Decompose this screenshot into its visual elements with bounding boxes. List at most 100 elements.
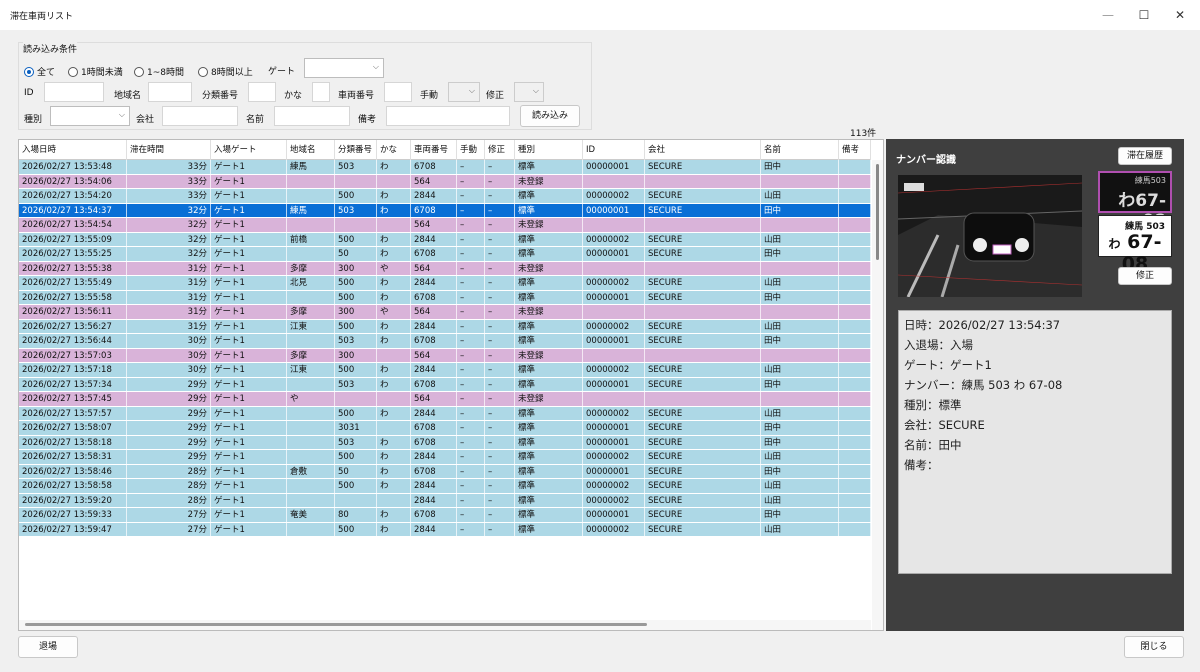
- table-row[interactable]: 2026/02/27 13:53:48 33分 ゲート1 練馬 503 わ 6708– – 標準…: [19, 160, 871, 175]
- kana-field[interactable]: [312, 82, 330, 102]
- class-number-field[interactable]: [248, 82, 276, 102]
- type-label: 種別: [24, 115, 43, 125]
- table-row[interactable]: 2026/02/27 13:55:09 32分 ゲート1 前橋 500 わ 2844– – 標準…: [19, 232, 871, 247]
- table-row[interactable]: 2026/02/27 13:57:57 29分 ゲート1 500 わ 2844– – 標準 00…: [19, 406, 871, 421]
- cell-name: [761, 348, 839, 363]
- table-row[interactable]: 2026/02/27 13:55:49 31分 ゲート1 北見 500 わ 2844– – 標準…: [19, 276, 871, 291]
- cell-kana: わ: [377, 363, 411, 377]
- table-row[interactable]: 2026/02/27 13:57:45 29分 ゲート1 や 564– – 未登録: [19, 392, 871, 407]
- column-header-note[interactable]: 備考: [839, 140, 871, 160]
- note-field[interactable]: [386, 106, 510, 126]
- table-row[interactable]: 2026/02/27 13:56:44 30分 ゲート1 503 わ 6708– – 標準 00…: [19, 334, 871, 349]
- table-row[interactable]: 2026/02/27 13:54:54 32分 ゲート1 564– – 未登録: [19, 218, 871, 233]
- table-row[interactable]: 2026/02/27 13:56:27 31分 ゲート1 江東 500 わ 2844– – 標準…: [19, 319, 871, 334]
- stay-history-button[interactable]: 滞在履歴: [1118, 147, 1172, 165]
- vertical-scrollbar[interactable]: [872, 160, 883, 630]
- table-row[interactable]: 2026/02/27 13:59:47 27分 ゲート1 500 わ 2844– – 標準 00…: [19, 522, 871, 537]
- fix-plate-button[interactable]: 修正: [1118, 267, 1172, 285]
- radio-1-8h[interactable]: 1~8時間: [134, 65, 184, 78]
- table-row[interactable]: 2026/02/27 13:58:31 29分 ゲート1 500 わ 2844– – 標準 00…: [19, 450, 871, 465]
- manual-select[interactable]: ⌵: [448, 82, 480, 102]
- table-row[interactable]: 2026/02/27 13:58:07 29分 ゲート1 3031 6708– – 標準 00…: [19, 421, 871, 436]
- name-field[interactable]: [274, 106, 350, 126]
- cell-gate: ゲート1: [211, 189, 287, 203]
- type-select[interactable]: ⌵: [50, 106, 130, 126]
- table-row[interactable]: 2026/02/27 13:58:46 28分 ゲート1 倉敷 50 わ 6708– – 標準 0…: [19, 464, 871, 479]
- column-header-region[interactable]: 地域名: [287, 140, 335, 160]
- column-header-type[interactable]: 種別: [515, 140, 583, 160]
- cell-fix: –: [485, 261, 515, 276]
- table-row[interactable]: 2026/02/27 13:57:03 30分 ゲート1 多摩 300 564– – 未登録: [19, 348, 871, 363]
- cell-num: 2844: [411, 363, 457, 377]
- load-button[interactable]: 読み込み: [520, 105, 580, 127]
- cell-fix: –: [485, 334, 515, 348]
- column-header-company[interactable]: 会社: [645, 140, 761, 160]
- name-label: 名前: [246, 115, 265, 125]
- id-field[interactable]: [44, 82, 104, 102]
- cell-gate: ゲート1: [211, 319, 287, 334]
- column-header-gate[interactable]: 入場ゲート: [211, 140, 287, 160]
- vehicle-number-field[interactable]: [384, 82, 412, 102]
- maximize-button[interactable]: ☐: [1126, 4, 1162, 26]
- table-row[interactable]: 2026/02/27 13:54:06 33分 ゲート1 564– – 未登録: [19, 174, 871, 189]
- table-row[interactable]: 2026/02/27 13:55:58 31分 ゲート1 500 わ 6708– – 標準 00…: [19, 290, 871, 305]
- cell-kana: わ: [377, 334, 411, 348]
- exit-button[interactable]: 退場: [18, 636, 78, 658]
- close-window-button[interactable]: ✕: [1162, 4, 1198, 26]
- fix-label: 修正: [486, 91, 505, 101]
- cell-region: 多摩: [287, 348, 335, 363]
- table-row[interactable]: 2026/02/27 13:59:33 27分 ゲート1 奄美 80 わ 6708– – 標準 0…: [19, 508, 871, 523]
- table-row[interactable]: 2026/02/27 13:55:25 32分 ゲート1 50 わ 6708– – 標準 000…: [19, 247, 871, 262]
- cell-cls: 503: [335, 377, 377, 392]
- cell-stay: 30分: [127, 363, 211, 377]
- table-row[interactable]: 2026/02/27 13:54:37 32分 ゲート1 練馬 503 わ 6708– – 標準…: [19, 203, 871, 218]
- column-header-manual[interactable]: 手動: [457, 140, 485, 160]
- minimize-button[interactable]: —: [1090, 4, 1126, 26]
- company-field[interactable]: [162, 106, 238, 126]
- cell-type: 標準: [515, 290, 583, 305]
- cell-cls: 503: [335, 435, 377, 450]
- cell-kana: [377, 174, 411, 189]
- close-button[interactable]: 閉じる: [1124, 636, 1184, 658]
- region-field[interactable]: [148, 82, 192, 102]
- cell-region: [287, 522, 335, 537]
- cell-gate: ゲート1: [211, 348, 287, 363]
- column-header-kana[interactable]: かな: [377, 140, 411, 160]
- column-header-num[interactable]: 車両番号: [411, 140, 457, 160]
- table-row[interactable]: 2026/02/27 13:57:18 30分 ゲート1 江東 500 わ 2844– – 標準…: [19, 363, 871, 378]
- cell-fix: –: [485, 493, 515, 508]
- radio-all[interactable]: 全て: [24, 65, 55, 78]
- table-row[interactable]: 2026/02/27 13:55:38 31分 ゲート1 多摩 300 や 564– – 未登録: [19, 261, 871, 276]
- table-row[interactable]: 2026/02/27 13:58:18 29分 ゲート1 503 わ 6708– – 標準 00…: [19, 435, 871, 450]
- column-header-name[interactable]: 名前: [761, 140, 839, 160]
- cell-name: 田中: [761, 160, 839, 174]
- fix-select[interactable]: ⌵: [514, 82, 544, 102]
- table-row[interactable]: 2026/02/27 13:54:20 33分 ゲート1 500 わ 2844– – 標準 00…: [19, 189, 871, 204]
- cell-note: [839, 218, 871, 232]
- radio-under-1h[interactable]: 1時間未満: [68, 65, 123, 78]
- radio-all-label: 全て: [37, 68, 56, 78]
- cell-gate: ゲート1: [211, 435, 287, 450]
- cell-cls: [335, 218, 377, 232]
- cell-type: 標準: [515, 493, 583, 508]
- cell-name: 山田: [761, 363, 839, 377]
- table-row[interactable]: 2026/02/27 13:59:20 28分 ゲート1 2844– – 標準 000000…: [19, 493, 871, 508]
- radio-over-8h[interactable]: 8時間以上: [198, 65, 253, 78]
- horizontal-scrollbar[interactable]: [19, 620, 871, 630]
- scroll-thumb[interactable]: [25, 623, 647, 626]
- column-header-cls[interactable]: 分類番号: [335, 140, 377, 160]
- cell-dt: 2026/02/27 13:58:46: [19, 464, 127, 479]
- radio-over-8h-label: 8時間以上: [211, 68, 253, 78]
- column-header-fix[interactable]: 修正: [485, 140, 515, 160]
- table-row[interactable]: 2026/02/27 13:57:34 29分 ゲート1 503 わ 6708– – 標準 00…: [19, 377, 871, 392]
- column-header-stay[interactable]: 滞在時間: [127, 140, 211, 160]
- cell-company: SECURE: [645, 377, 761, 392]
- column-header-dt[interactable]: 入場日時: [19, 140, 127, 160]
- table-row[interactable]: 2026/02/27 13:58:58 28分 ゲート1 500 わ 2844– – 標準 00…: [19, 479, 871, 494]
- column-header-id[interactable]: ID: [583, 140, 645, 160]
- cell-region: [287, 189, 335, 203]
- gate-select[interactable]: ⌵: [304, 58, 384, 78]
- table-row[interactable]: 2026/02/27 13:56:11 31分 ゲート1 多摩 300 や 564– – 未登録: [19, 305, 871, 320]
- cell-note: [839, 160, 871, 174]
- scroll-thumb[interactable]: [876, 164, 879, 260]
